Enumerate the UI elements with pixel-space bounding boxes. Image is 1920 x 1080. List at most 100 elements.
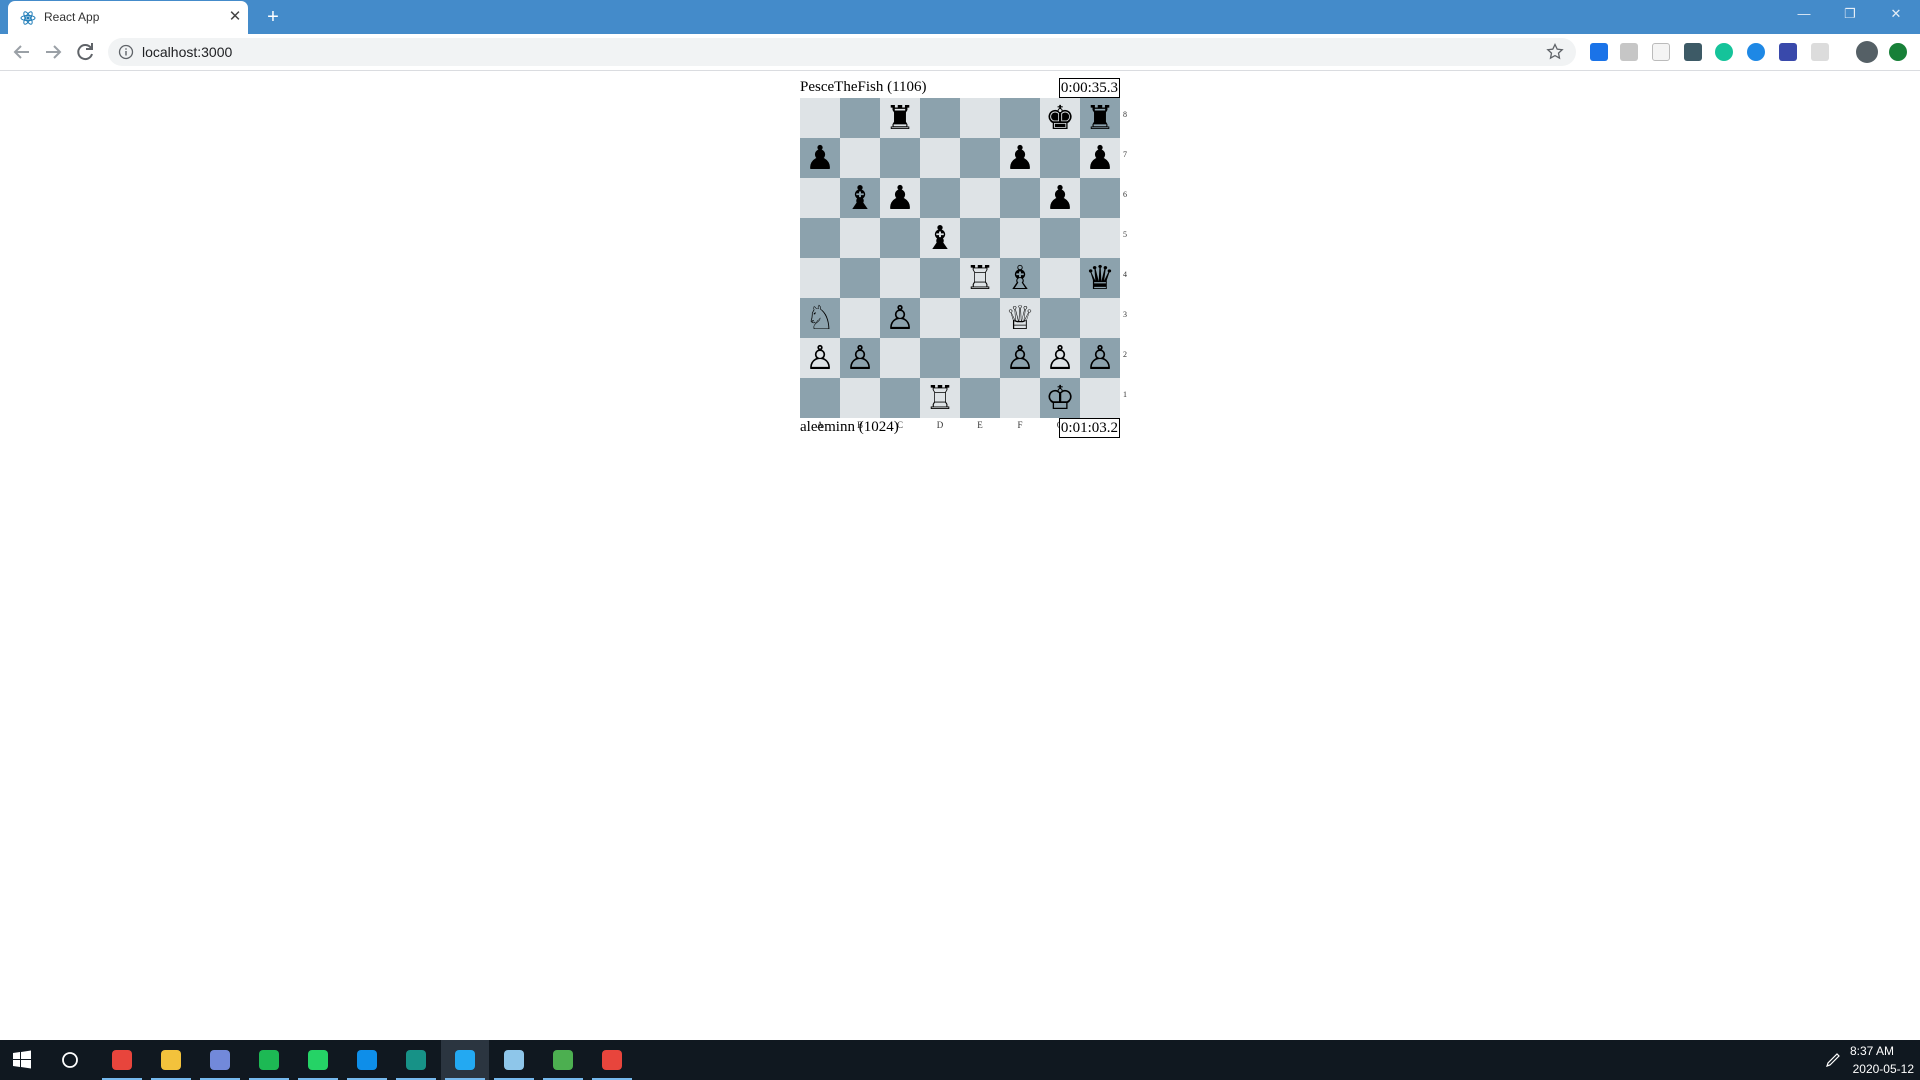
square-b8[interactable] <box>840 98 880 138</box>
square-d6[interactable] <box>920 178 960 218</box>
square-c1[interactable] <box>880 378 920 418</box>
taskbar-app-whatsapp[interactable] <box>294 1040 342 1080</box>
square-b4[interactable] <box>840 258 880 298</box>
square-a5[interactable] <box>800 218 840 258</box>
reload-icon[interactable] <box>73 40 97 64</box>
taskbar-app-discord[interactable] <box>196 1040 244 1080</box>
extension-grey-icon[interactable] <box>1620 43 1638 61</box>
taskbar-app-spotify[interactable] <box>245 1040 293 1080</box>
black-queen-piece[interactable]: ♛ <box>1080 258 1120 298</box>
square-f5[interactable] <box>1000 218 1040 258</box>
white-knight-piece[interactable]: ♘ <box>800 298 840 338</box>
black-pawn-piece[interactable]: ♟ <box>800 138 840 178</box>
white-king-piece[interactable]: ♔ <box>1040 378 1080 418</box>
white-pawn-piece[interactable]: ♙ <box>1080 338 1120 378</box>
extension-screen-icon[interactable] <box>1779 43 1797 61</box>
black-bishop-piece[interactable]: ♝ <box>920 218 960 258</box>
back-arrow-icon[interactable] <box>10 40 34 64</box>
square-h3[interactable] <box>1080 298 1120 338</box>
new-tab-icon[interactable]: + <box>261 6 285 28</box>
extension-doc-icon[interactable] <box>1811 43 1829 61</box>
square-e2[interactable] <box>960 338 1000 378</box>
square-f1[interactable] <box>1000 378 1040 418</box>
black-pawn-piece[interactable]: ♟ <box>1040 178 1080 218</box>
extension-blue-circle-icon[interactable] <box>1747 43 1765 61</box>
square-a1[interactable] <box>800 378 840 418</box>
white-pawn-piece[interactable]: ♙ <box>1000 338 1040 378</box>
square-a8[interactable] <box>800 98 840 138</box>
square-c4[interactable] <box>880 258 920 298</box>
square-g5[interactable] <box>1040 218 1080 258</box>
close-window-icon[interactable]: ✕ <box>1882 3 1910 25</box>
square-d3[interactable] <box>920 298 960 338</box>
square-f6[interactable] <box>1000 178 1040 218</box>
square-c7[interactable] <box>880 138 920 178</box>
taskbar-app-git-kraken[interactable] <box>392 1040 440 1080</box>
white-pawn-piece[interactable]: ♙ <box>800 338 840 378</box>
white-rook-piece[interactable]: ♖ <box>920 378 960 418</box>
square-d2[interactable] <box>920 338 960 378</box>
square-d8[interactable] <box>920 98 960 138</box>
taskbar-app-excel-like[interactable] <box>539 1040 587 1080</box>
close-icon[interactable]: ✕ <box>226 8 244 26</box>
profile-avatar[interactable] <box>1856 41 1878 63</box>
white-queen-piece[interactable]: ♕ <box>1000 298 1040 338</box>
square-e1[interactable] <box>960 378 1000 418</box>
square-g7[interactable] <box>1040 138 1080 178</box>
black-bishop-piece[interactable]: ♝ <box>840 178 880 218</box>
square-d4[interactable] <box>920 258 960 298</box>
taskbar-app-file-explorer[interactable] <box>147 1040 195 1080</box>
square-a6[interactable] <box>800 178 840 218</box>
taskbar-app-notepad[interactable] <box>490 1040 538 1080</box>
square-c5[interactable] <box>880 218 920 258</box>
grammarly-icon[interactable] <box>1715 43 1733 61</box>
square-h6[interactable] <box>1080 178 1120 218</box>
white-bishop-piece[interactable]: ♗ <box>1000 258 1040 298</box>
taskbar-app-chrome[interactable] <box>98 1040 146 1080</box>
square-e8[interactable] <box>960 98 1000 138</box>
square-c2[interactable] <box>880 338 920 378</box>
chess-board[interactable]: ♜♚♜♟♟♟♝♟♟♝♖♗♛♘♙♕♙♙♙♙♙♖♔87654321ABCDEFGH <box>800 98 1127 430</box>
square-b7[interactable] <box>840 138 880 178</box>
square-h1[interactable] <box>1080 378 1120 418</box>
square-d7[interactable] <box>920 138 960 178</box>
white-pawn-piece[interactable]: ♙ <box>840 338 880 378</box>
taskbar-time[interactable]: 8:37 AM <box>1850 1044 1894 1058</box>
white-rook-piece[interactable]: ♖ <box>960 258 1000 298</box>
square-h5[interactable] <box>1080 218 1120 258</box>
taskbar-app-vscode[interactable] <box>441 1040 489 1080</box>
search-circle-icon[interactable] <box>61 1051 79 1069</box>
square-g3[interactable] <box>1040 298 1080 338</box>
black-rook-piece[interactable]: ♜ <box>1080 98 1120 138</box>
square-a4[interactable] <box>800 258 840 298</box>
black-pawn-piece[interactable]: ♟ <box>1080 138 1120 178</box>
update-arrow-icon[interactable] <box>1889 43 1907 61</box>
address-bar[interactable]: localhost:3000 <box>108 38 1576 66</box>
square-e7[interactable] <box>960 138 1000 178</box>
square-e5[interactable] <box>960 218 1000 258</box>
square-b5[interactable] <box>840 218 880 258</box>
black-pawn-piece[interactable]: ♟ <box>1000 138 1040 178</box>
taskbar-app-teamviewer[interactable] <box>343 1040 391 1080</box>
restore-icon[interactable]: ❐ <box>1836 3 1864 25</box>
bookmark-star-icon[interactable] <box>1546 43 1564 61</box>
minimize-icon[interactable]: — <box>1790 3 1818 25</box>
square-e3[interactable] <box>960 298 1000 338</box>
square-g4[interactable] <box>1040 258 1080 298</box>
black-rook-piece[interactable]: ♜ <box>880 98 920 138</box>
windows-start-icon[interactable] <box>12 1050 32 1070</box>
square-b3[interactable] <box>840 298 880 338</box>
taskbar-date[interactable]: 2020-05-12 <box>1853 1062 1914 1076</box>
white-pawn-piece[interactable]: ♙ <box>1040 338 1080 378</box>
square-f8[interactable] <box>1000 98 1040 138</box>
info-icon[interactable] <box>118 44 134 60</box>
taskbar-app-chrome-2[interactable] <box>588 1040 636 1080</box>
black-king-piece[interactable]: ♚ <box>1040 98 1080 138</box>
square-b1[interactable] <box>840 378 880 418</box>
square-e6[interactable] <box>960 178 1000 218</box>
forward-arrow-icon[interactable] <box>41 40 65 64</box>
black-pawn-piece[interactable]: ♟ <box>880 178 920 218</box>
extension-off-icon[interactable] <box>1590 43 1608 61</box>
extension-frame-icon[interactable] <box>1652 43 1670 61</box>
pen-icon[interactable] <box>1825 1052 1841 1068</box>
